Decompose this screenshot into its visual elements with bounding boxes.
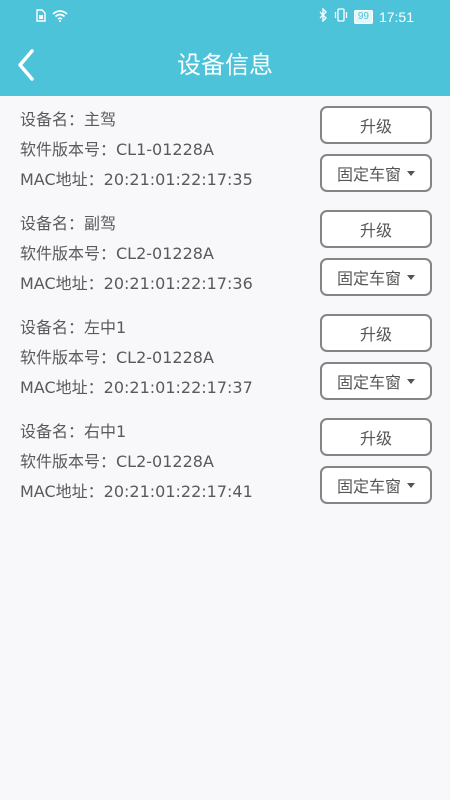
device-mac: MAC地址：20:21:01:22:17:41 [20, 482, 253, 501]
window-mode-select[interactable]: 固定车窗 [320, 362, 432, 400]
device-mac: MAC地址：20:21:01:22:17:37 [20, 378, 253, 397]
device-version: 软件版本号：CL2-01228A [20, 244, 214, 263]
device-info: 设备名：主驾 软件版本号：CL1-01228A MAC地址：20:21:01:2… [20, 108, 253, 198]
device-version: 软件版本号：CL2-01228A [20, 452, 214, 471]
device-version: 软件版本号：CL2-01228A [20, 348, 214, 367]
window-mode-value: 固定车窗 [336, 477, 401, 496]
device-mac: MAC地址：20:21:01:22:17:35 [20, 170, 253, 189]
wifi-icon [52, 9, 68, 27]
window-mode-select[interactable]: 固定车窗 [320, 154, 432, 192]
device-info: 设备名：右中1 软件版本号：CL2-01228A MAC地址：20:21:01:… [20, 420, 253, 510]
upgrade-button[interactable]: 升级 [320, 106, 432, 144]
caret-down-icon [407, 170, 415, 176]
app-header: 设备信息 [0, 34, 450, 96]
device-name: 设备名：副驾 [20, 214, 117, 233]
device-name: 设备名：主驾 [20, 110, 117, 129]
upgrade-button[interactable]: 升级 [320, 314, 432, 352]
status-right: 99 17:51 [319, 7, 414, 25]
page-title: 设备信息 [177, 51, 273, 79]
bluetooth-icon [319, 7, 328, 25]
sim-icon [36, 9, 46, 27]
window-mode-value: 固定车窗 [336, 373, 401, 392]
device-mac: MAC地址：20:21:01:22:17:36 [20, 274, 253, 293]
caret-down-icon [407, 482, 415, 488]
caret-down-icon [407, 274, 415, 280]
window-mode-select[interactable]: 固定车窗 [320, 466, 432, 504]
device-list: 设备名：主驾 软件版本号：CL1-01228A MAC地址：20:21:01:2… [0, 96, 450, 512]
device-name: 设备名：左中1 [20, 318, 127, 337]
status-time: 17:51 [378, 8, 414, 25]
device-item: 设备名：右中1 软件版本号：CL2-01228A MAC地址：20:21:01:… [0, 408, 450, 512]
caret-down-icon [407, 378, 415, 384]
device-version: 软件版本号：CL1-01228A [20, 140, 214, 159]
upgrade-button[interactable]: 升级 [320, 210, 432, 248]
vibrate-icon [334, 8, 348, 25]
upgrade-button[interactable]: 升级 [320, 418, 432, 456]
battery-indicator: 99 [353, 9, 373, 24]
window-mode-select[interactable]: 固定车窗 [320, 258, 432, 296]
chevron-left-icon [12, 49, 48, 88]
device-item: 设备名：副驾 软件版本号：CL2-01228A MAC地址：20:21:01:2… [0, 200, 450, 304]
status-left [36, 9, 68, 27]
device-info: 设备名：左中1 软件版本号：CL2-01228A MAC地址：20:21:01:… [20, 316, 253, 406]
device-item: 设备名：左中1 软件版本号：CL2-01228A MAC地址：20:21:01:… [0, 304, 450, 408]
window-mode-value: 固定车窗 [336, 165, 401, 184]
device-info: 设备名：副驾 软件版本号：CL2-01228A MAC地址：20:21:01:2… [20, 212, 253, 302]
device-item: 设备名：主驾 软件版本号：CL1-01228A MAC地址：20:21:01:2… [0, 96, 450, 200]
window-mode-value: 固定车窗 [336, 269, 401, 288]
back-button[interactable] [12, 46, 48, 84]
status-bar: 99 17:51 [0, 0, 450, 34]
device-name: 设备名：右中1 [20, 422, 127, 441]
